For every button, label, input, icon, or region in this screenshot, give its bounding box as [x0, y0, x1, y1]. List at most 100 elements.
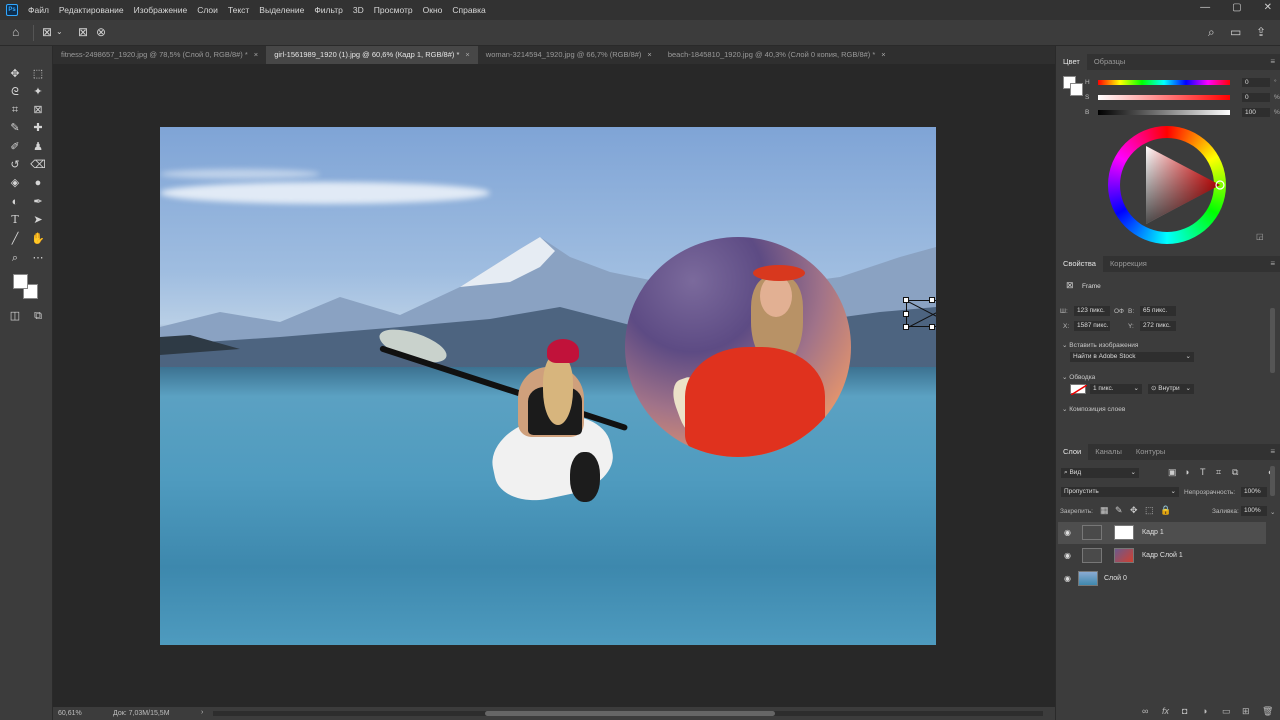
- eraser-tool-icon[interactable]: ⌫: [30, 157, 46, 173]
- stroke-section[interactable]: ⌄ Обводка: [1062, 373, 1095, 381]
- stroke-width-dropdown[interactable]: 1 пикс. ⌄: [1090, 384, 1142, 394]
- document-canvas[interactable]: [160, 127, 936, 645]
- layer-name[interactable]: Кадр 1: [1142, 529, 1164, 536]
- move-tool-icon[interactable]: ✥: [7, 66, 23, 82]
- more-tools-icon[interactable]: ⋯: [30, 250, 46, 266]
- tab-properties[interactable]: Свойства: [1056, 256, 1103, 272]
- menu-layers[interactable]: Слои: [197, 5, 218, 15]
- hue-gradient[interactable]: [1098, 80, 1230, 85]
- ellipse-frame-icon[interactable]: ⊗: [96, 25, 106, 39]
- workspace-icon[interactable]: ▭: [1230, 25, 1241, 39]
- layer-row[interactable]: ◉ Кадр Слой 1: [1058, 545, 1266, 567]
- color-wheel[interactable]: [1108, 126, 1226, 244]
- zoom-tool-icon[interactable]: ⌕: [7, 250, 23, 266]
- hand-tool-icon[interactable]: ✋: [30, 231, 46, 247]
- frame-tool-icon[interactable]: ⊠: [30, 102, 46, 118]
- insert-image-section[interactable]: ⌄ Вставить изображения: [1062, 341, 1138, 349]
- eye-icon[interactable]: ◉: [1064, 551, 1071, 560]
- new-layer-icon[interactable]: ⊞: [1242, 706, 1250, 717]
- adjustment-layer-icon[interactable]: ◑: [1202, 706, 1207, 716]
- link-ratio-icon[interactable]: ОФ: [1114, 308, 1124, 315]
- width-field[interactable]: 123 пикс.: [1074, 306, 1110, 316]
- screen-mode-icon[interactable]: ⧉: [30, 308, 46, 324]
- blend-mode-dropdown[interactable]: Пропустить ⌄: [1061, 487, 1179, 497]
- stamp-tool-icon[interactable]: ♟: [30, 139, 46, 155]
- tab-woman[interactable]: woman-3214594_1920.jpg @ 66,7% (RGB/8#) ×: [478, 46, 660, 64]
- frame-transform-box[interactable]: [903, 297, 936, 330]
- y-field[interactable]: 272 пикс.: [1140, 321, 1176, 331]
- crop-tool-icon[interactable]: ⌗: [7, 102, 23, 118]
- tab-swatches[interactable]: Образцы: [1087, 54, 1133, 70]
- menu-view[interactable]: Просмотр: [374, 5, 413, 15]
- stroke-position-dropdown[interactable]: ⊙ Внутри ⌄: [1148, 384, 1194, 394]
- tab-channels[interactable]: Каналы: [1088, 444, 1129, 460]
- fx-icon[interactable]: fx: [1162, 706, 1169, 716]
- menu-help[interactable]: Справка: [452, 5, 485, 15]
- tab-paths[interactable]: Контуры: [1129, 444, 1172, 460]
- magic-wand-tool-icon[interactable]: ✦: [30, 84, 46, 100]
- link-icon[interactable]: ∞: [1142, 706, 1148, 716]
- blur-tool-icon[interactable]: ●: [30, 175, 46, 191]
- menu-window[interactable]: Окно: [423, 5, 443, 15]
- filter-smart-object-icon[interactable]: ⧉: [1232, 467, 1238, 478]
- lock-pixels-icon[interactable]: ✎: [1115, 505, 1123, 516]
- x-field[interactable]: 1587 пикс.: [1074, 321, 1110, 331]
- transform-handle[interactable]: [929, 297, 935, 303]
- rectangle-frame-icon[interactable]: ⊠: [78, 25, 88, 39]
- layer-row[interactable]: ◉ Слой 0: [1058, 568, 1266, 590]
- close-icon[interactable]: ✕: [1264, 2, 1272, 13]
- close-tab-icon[interactable]: ×: [465, 46, 469, 64]
- layer-comps-section[interactable]: ⌄ Композиция слоев: [1062, 405, 1125, 413]
- menu-filter[interactable]: Фильтр: [314, 5, 343, 15]
- menu-3d[interactable]: 3D: [353, 5, 364, 15]
- layer-row[interactable]: ◉ Кадр 1: [1058, 522, 1266, 544]
- saturation-gradient[interactable]: [1098, 95, 1230, 100]
- opacity-field[interactable]: 100%: [1241, 487, 1267, 497]
- new-group-icon[interactable]: ▭: [1222, 706, 1231, 717]
- panel-menu-icon[interactable]: ≡: [1270, 447, 1275, 456]
- chevron-down-icon[interactable]: ⌄: [56, 25, 63, 39]
- line-tool-icon[interactable]: ╱: [7, 231, 23, 247]
- healing-brush-tool-icon[interactable]: ✚: [30, 120, 46, 136]
- dodge-tool-icon[interactable]: ◐: [7, 194, 23, 210]
- layer-name[interactable]: Кадр Слой 1: [1142, 552, 1183, 559]
- menu-file[interactable]: Файл: [28, 5, 49, 15]
- tab-adjustments[interactable]: Коррекция: [1103, 256, 1154, 272]
- brush-tool-icon[interactable]: ✐: [7, 139, 23, 155]
- tab-girl[interactable]: girl-1561989_1920 (1).jpg @ 60,6% (Кадр …: [266, 46, 478, 64]
- path-selection-tool-icon[interactable]: ➤: [30, 212, 46, 228]
- frame-tool-icon[interactable]: ⊠: [42, 25, 52, 39]
- hue-value[interactable]: 0: [1242, 78, 1270, 87]
- brightness-slider[interactable]: B 100 %: [1085, 108, 1280, 118]
- tab-beach[interactable]: beach-1845810_1920.jpg @ 40,3% (Слой 0 к…: [660, 46, 894, 64]
- chevron-down-icon[interactable]: ⌄: [1270, 508, 1275, 516]
- status-arrow-icon[interactable]: ›: [201, 709, 203, 716]
- brightness-value[interactable]: 100: [1242, 108, 1270, 117]
- canvas-workspace[interactable]: [53, 64, 1055, 707]
- filter-shape-icon[interactable]: ⌗: [1216, 467, 1221, 478]
- close-tab-icon[interactable]: ×: [647, 46, 651, 64]
- stroke-color-swatch[interactable]: [1070, 384, 1088, 396]
- panel-menu-icon[interactable]: ≡: [1270, 259, 1275, 268]
- lock-all-icon[interactable]: 🔒: [1160, 505, 1171, 516]
- history-brush-tool-icon[interactable]: ↺: [7, 157, 23, 173]
- lasso-tool-icon[interactable]: ᘓ: [7, 84, 23, 100]
- saturation-slider[interactable]: S 0 %: [1085, 93, 1280, 103]
- menu-type[interactable]: Текст: [228, 5, 249, 15]
- transform-handle[interactable]: [929, 324, 935, 330]
- wheel-options-icon[interactable]: ◲: [1256, 232, 1264, 241]
- search-icon[interactable]: ⌕: [1208, 25, 1215, 39]
- maximize-icon[interactable]: ▢: [1232, 2, 1241, 13]
- trash-icon[interactable]: 🗑: [1262, 706, 1273, 717]
- fill-field[interactable]: 100%: [1241, 506, 1267, 516]
- share-icon[interactable]: ⇪: [1256, 25, 1266, 39]
- close-tab-icon[interactable]: ×: [881, 46, 885, 64]
- tab-color[interactable]: Цвет: [1056, 54, 1087, 70]
- lock-transparent-icon[interactable]: ▦: [1100, 505, 1109, 516]
- layers-scrollbar[interactable]: [1270, 466, 1275, 496]
- add-mask-icon[interactable]: ◘: [1182, 706, 1187, 716]
- zoom-level[interactable]: 60,61%: [58, 710, 82, 717]
- height-field[interactable]: 65 пикс.: [1140, 306, 1176, 316]
- tab-fitness[interactable]: fitness-2498657_1920.jpg @ 78,5% (Слой 0…: [53, 46, 266, 64]
- close-tab-icon[interactable]: ×: [254, 46, 258, 64]
